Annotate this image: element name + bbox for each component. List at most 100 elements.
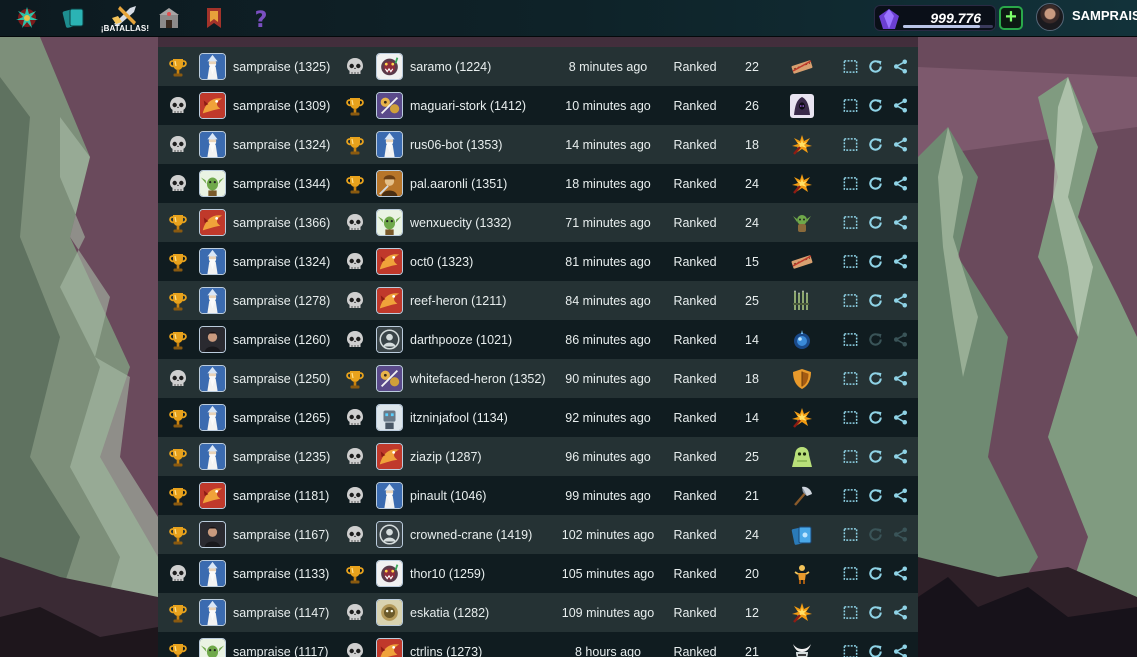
- fullscreen-replay-icon[interactable]: [840, 125, 860, 164]
- share-icon[interactable]: [890, 86, 910, 125]
- opponent-avatar[interactable]: [376, 242, 403, 281]
- opponent-avatar[interactable]: [376, 554, 403, 593]
- player-avatar[interactable]: [199, 320, 226, 359]
- player-avatar[interactable]: [199, 515, 226, 554]
- opponent-name[interactable]: maguari-stork (1412): [410, 86, 560, 125]
- fullscreen-replay-icon[interactable]: [840, 593, 860, 632]
- opponent-avatar[interactable]: [376, 593, 403, 632]
- opponent-name[interactable]: ziazip (1287): [410, 437, 560, 476]
- nav-help-button[interactable]: ?: [245, 2, 277, 34]
- fullscreen-replay-icon[interactable]: [840, 554, 860, 593]
- username[interactable]: SAMPRAIS: [1072, 8, 1137, 23]
- user-avatar[interactable]: [1036, 3, 1064, 31]
- player-avatar[interactable]: [199, 632, 226, 657]
- fullscreen-replay-icon[interactable]: [840, 398, 860, 437]
- share-icon[interactable]: [890, 437, 910, 476]
- player-name[interactable]: sampraise (1278): [233, 281, 353, 320]
- opponent-name[interactable]: ctrlins (1273): [410, 632, 560, 657]
- opponent-name[interactable]: itzninjafool (1134): [410, 398, 560, 437]
- replay-icon[interactable]: [865, 47, 885, 86]
- player-name[interactable]: sampraise (1325): [233, 47, 353, 86]
- opponent-avatar[interactable]: [376, 86, 403, 125]
- fullscreen-replay-icon[interactable]: [840, 86, 860, 125]
- player-avatar[interactable]: [199, 593, 226, 632]
- opponent-avatar[interactable]: [376, 476, 403, 515]
- opponent-avatar[interactable]: [376, 359, 403, 398]
- nav-home-button[interactable]: [11, 2, 43, 34]
- fullscreen-replay-icon[interactable]: [840, 47, 860, 86]
- opponent-name[interactable]: pal.aaronli (1351): [410, 164, 560, 203]
- replay-icon[interactable]: [865, 242, 885, 281]
- opponent-name[interactable]: saramo (1224): [410, 47, 560, 86]
- share-icon[interactable]: [890, 203, 910, 242]
- player-avatar[interactable]: [199, 437, 226, 476]
- credits-display[interactable]: 999.776: [874, 5, 996, 31]
- opponent-name[interactable]: oct0 (1323): [410, 242, 560, 281]
- player-name[interactable]: sampraise (1117): [233, 632, 353, 657]
- replay-icon[interactable]: [865, 476, 885, 515]
- fullscreen-replay-icon[interactable]: [840, 632, 860, 657]
- opponent-avatar[interactable]: [376, 203, 403, 242]
- player-name[interactable]: sampraise (1167): [233, 515, 353, 554]
- player-name[interactable]: sampraise (1309): [233, 86, 353, 125]
- opponent-avatar[interactable]: [376, 164, 403, 203]
- player-name[interactable]: sampraise (1260): [233, 320, 353, 359]
- fullscreen-replay-icon[interactable]: [840, 203, 860, 242]
- replay-icon[interactable]: [865, 125, 885, 164]
- add-credits-button[interactable]: +: [999, 6, 1023, 30]
- fullscreen-replay-icon[interactable]: [840, 476, 860, 515]
- player-name[interactable]: sampraise (1324): [233, 125, 353, 164]
- fullscreen-replay-icon[interactable]: [840, 437, 860, 476]
- share-icon[interactable]: [890, 359, 910, 398]
- fullscreen-replay-icon[interactable]: [840, 320, 860, 359]
- opponent-name[interactable]: whitefaced-heron (1352): [410, 359, 560, 398]
- share-icon[interactable]: [890, 632, 910, 657]
- opponent-name[interactable]: wenxuecity (1332): [410, 203, 560, 242]
- player-avatar[interactable]: [199, 242, 226, 281]
- opponent-name[interactable]: darthpooze (1021): [410, 320, 560, 359]
- opponent-avatar[interactable]: [376, 515, 403, 554]
- share-icon[interactable]: [890, 593, 910, 632]
- nav-battles-button[interactable]: ¡BATALLAS!: [100, 2, 150, 34]
- player-name[interactable]: sampraise (1133): [233, 554, 353, 593]
- opponent-name[interactable]: thor10 (1259): [410, 554, 560, 593]
- nav-cards-button[interactable]: [58, 2, 90, 34]
- opponent-avatar[interactable]: [376, 632, 403, 657]
- opponent-name[interactable]: crowned-crane (1419): [410, 515, 560, 554]
- player-avatar[interactable]: [199, 281, 226, 320]
- opponent-name[interactable]: pinault (1046): [410, 476, 560, 515]
- player-name[interactable]: sampraise (1235): [233, 437, 353, 476]
- opponent-avatar[interactable]: [376, 320, 403, 359]
- fullscreen-replay-icon[interactable]: [840, 281, 860, 320]
- replay-icon[interactable]: [865, 86, 885, 125]
- opponent-avatar[interactable]: [376, 437, 403, 476]
- opponent-name[interactable]: eskatia (1282): [410, 593, 560, 632]
- fullscreen-replay-icon[interactable]: [840, 242, 860, 281]
- replay-icon[interactable]: [865, 359, 885, 398]
- player-avatar[interactable]: [199, 125, 226, 164]
- player-avatar[interactable]: [199, 554, 226, 593]
- share-icon[interactable]: [890, 554, 910, 593]
- fullscreen-replay-icon[interactable]: [840, 164, 860, 203]
- player-name[interactable]: sampraise (1181): [233, 476, 353, 515]
- player-name[interactable]: sampraise (1250): [233, 359, 353, 398]
- opponent-avatar[interactable]: [376, 47, 403, 86]
- opponent-avatar[interactable]: [376, 281, 403, 320]
- replay-icon[interactable]: [865, 593, 885, 632]
- replay-icon[interactable]: [865, 203, 885, 242]
- replay-icon[interactable]: [865, 554, 885, 593]
- player-name[interactable]: sampraise (1324): [233, 242, 353, 281]
- player-name[interactable]: sampraise (1265): [233, 398, 353, 437]
- replay-icon[interactable]: [865, 281, 885, 320]
- replay-icon[interactable]: [865, 398, 885, 437]
- player-avatar[interactable]: [199, 86, 226, 125]
- share-icon[interactable]: [890, 164, 910, 203]
- share-icon[interactable]: [890, 398, 910, 437]
- fullscreen-replay-icon[interactable]: [840, 515, 860, 554]
- share-icon[interactable]: [890, 125, 910, 164]
- opponent-avatar[interactable]: [376, 398, 403, 437]
- opponent-avatar[interactable]: [376, 125, 403, 164]
- player-avatar[interactable]: [199, 398, 226, 437]
- opponent-name[interactable]: reef-heron (1211): [410, 281, 560, 320]
- player-avatar[interactable]: [199, 164, 226, 203]
